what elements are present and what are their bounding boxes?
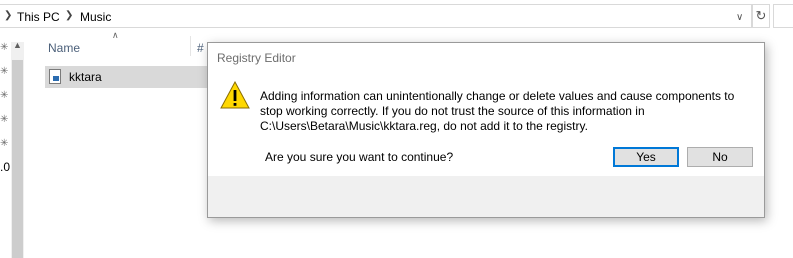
- column-number-header[interactable]: #: [197, 41, 204, 55]
- breadcrumb-chevron-icon[interactable]: ❯: [4, 10, 12, 21]
- pin-icon: ✳: [0, 66, 9, 77]
- breadcrumb-separator-icon[interactable]: ❯: [65, 10, 73, 21]
- registry-file-icon: [49, 69, 61, 84]
- file-list-item[interactable]: kktara: [45, 66, 215, 88]
- breadcrumb-this-pc[interactable]: This PC: [17, 10, 60, 24]
- warning-icon: [220, 81, 250, 109]
- dialog-message: Adding information can unintentionally c…: [260, 89, 735, 133]
- dialog-question: Are you sure you want to continue?: [265, 150, 454, 164]
- dialog-button-bar: [208, 176, 764, 217]
- no-button[interactable]: No: [687, 147, 753, 167]
- file-name: kktara: [69, 70, 102, 84]
- refresh-icon: ↻: [755, 8, 767, 23]
- nav-scrollbar-thumb[interactable]: [12, 60, 23, 258]
- column-divider[interactable]: [190, 36, 191, 56]
- yes-button[interactable]: Yes: [613, 147, 679, 167]
- sort-ascending-icon: ∧: [112, 30, 119, 40]
- dialog-title: Registry Editor: [217, 51, 296, 65]
- pin-icon: ✳: [0, 90, 9, 101]
- refresh-button[interactable]: ↻: [752, 4, 770, 28]
- registry-editor-dialog: Registry Editor Adding information can u…: [207, 42, 765, 218]
- address-bar[interactable]: ❯ This PC ❯ Music ∨: [0, 4, 752, 28]
- pin-icon: ✳: [0, 114, 9, 125]
- address-dropdown-icon[interactable]: ∨: [736, 12, 743, 23]
- breadcrumb-music[interactable]: Music: [80, 10, 111, 24]
- pin-icon: ✳: [0, 42, 9, 53]
- search-input[interactable]: [773, 4, 793, 28]
- column-name-header[interactable]: Name: [48, 41, 80, 55]
- scroll-up-icon[interactable]: ▲: [13, 40, 22, 50]
- nav-item-fragment[interactable]: .0: [0, 160, 10, 174]
- pin-icon: ✳: [0, 138, 9, 149]
